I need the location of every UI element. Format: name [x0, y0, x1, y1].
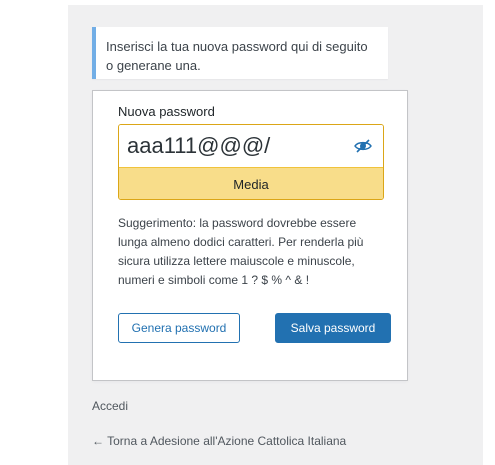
password-field-wrapper: Media: [118, 124, 384, 200]
password-strength-indicator: Media: [119, 167, 383, 199]
new-password-input[interactable]: [119, 125, 383, 167]
password-hint-line-3: sicura utilizza lettere maiuscole e minu…: [118, 254, 355, 268]
password-hint: Suggerimento: la password dovrebbe esser…: [118, 214, 386, 290]
password-hint-line-4: numeri e simboli come 1 ? $ % ^ & !: [118, 273, 310, 287]
password-hint-line-1: Suggerimento: la password dovrebbe esser…: [118, 216, 357, 230]
login-link[interactable]: Accedi: [92, 399, 128, 413]
new-password-label: Nuova password: [118, 104, 215, 119]
info-message: Inserisci la tua nuova password qui di s…: [92, 27, 388, 79]
generate-password-button[interactable]: Genera password: [118, 313, 240, 343]
back-to-site-link[interactable]: ← Torna a Adesione all'Azione Cattolica …: [92, 434, 346, 448]
reset-password-form: Nuova password Media Suggerimento: la pa…: [92, 90, 408, 381]
info-message-line-2: o generane una.: [106, 58, 201, 73]
save-password-button[interactable]: Salva password: [275, 313, 391, 343]
eye-slash-icon[interactable]: [353, 136, 373, 156]
info-message-line-1: Inserisci la tua nuova password qui di s…: [106, 39, 368, 54]
password-hint-line-2: lunga almeno dodici caratteri. Per rende…: [118, 235, 364, 249]
